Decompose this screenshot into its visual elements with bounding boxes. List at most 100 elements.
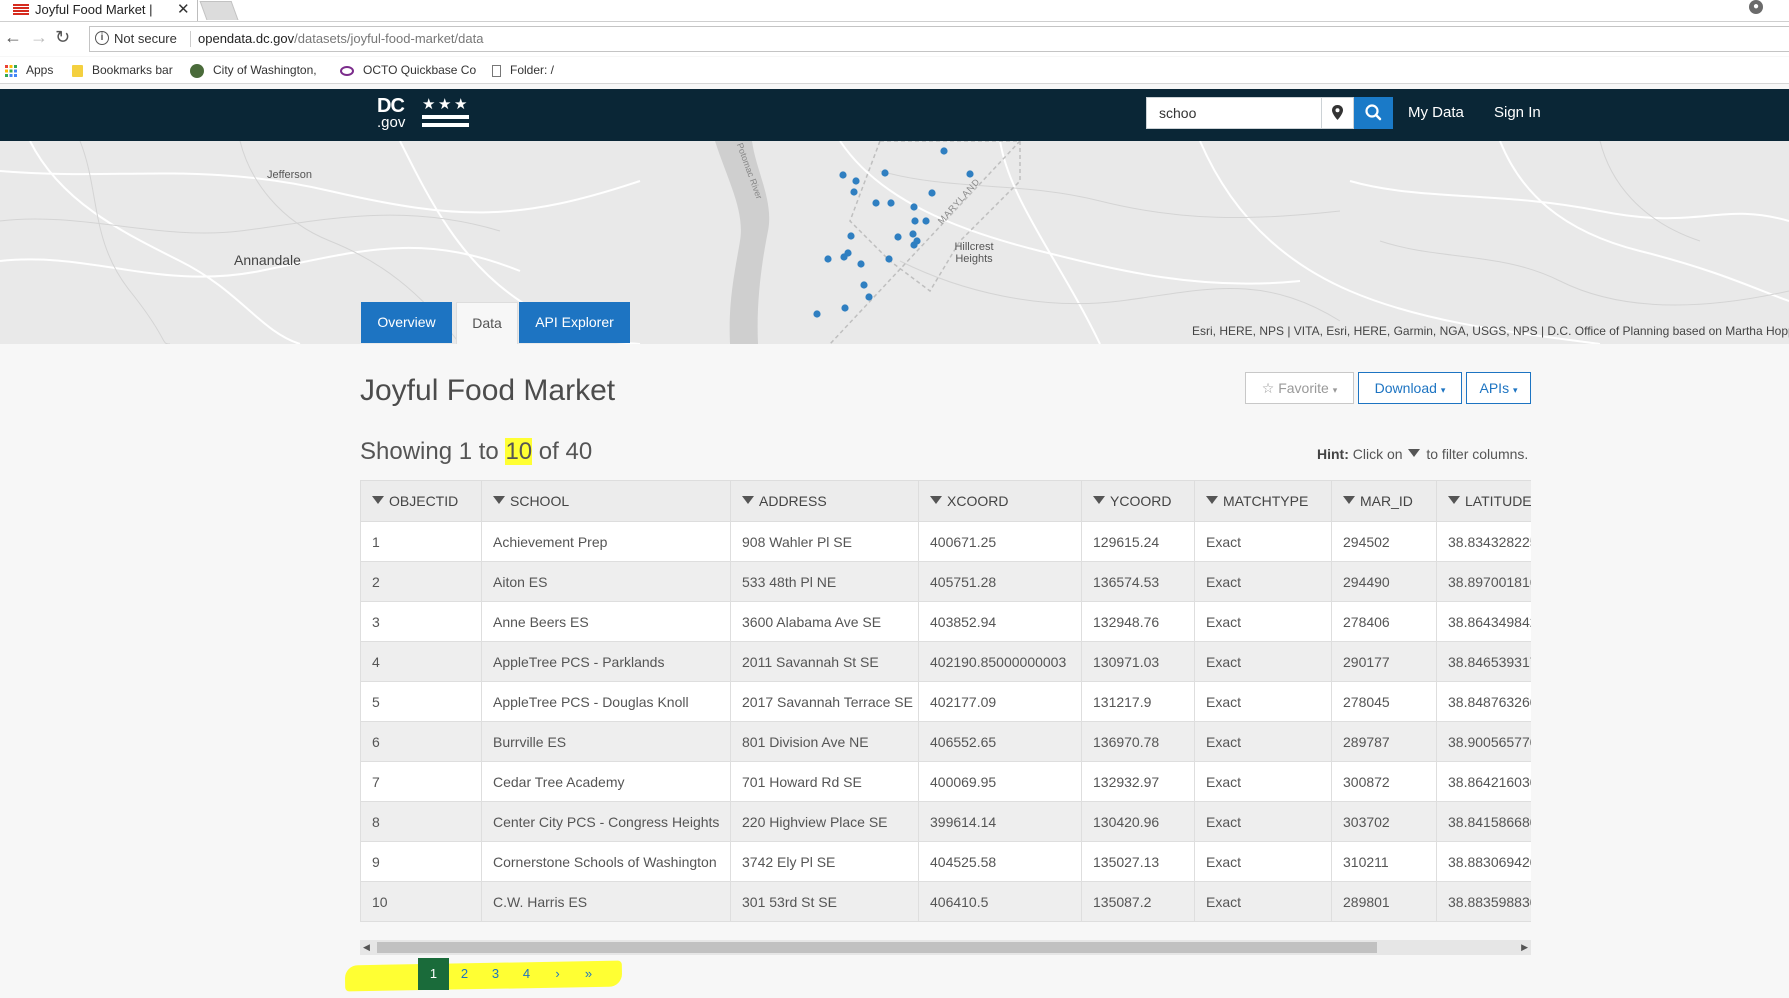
filter-icon[interactable]	[493, 496, 505, 505]
bookmark-bookmarks-bar[interactable]: Bookmarks bar	[72, 63, 173, 77]
school-location-marker[interactable]	[928, 189, 936, 197]
filter-icon[interactable]	[1343, 496, 1355, 505]
filter-icon[interactable]	[930, 496, 942, 505]
bookmark-octo-quickbase[interactable]: OCTO Quickbase Co	[340, 63, 476, 77]
my-data-link[interactable]: My Data	[1408, 104, 1464, 121]
school-location-marker[interactable]	[872, 199, 880, 207]
column-header-school[interactable]: SCHOOL	[481, 480, 731, 522]
school-location-marker[interactable]	[887, 199, 895, 207]
filter-icon[interactable]	[1448, 496, 1460, 505]
browser-tab[interactable]: Joyful Food Market | ✕	[0, 0, 198, 21]
back-arrow-icon[interactable]: ←	[4, 27, 22, 48]
tab-overview[interactable]: Overview	[361, 302, 452, 343]
table-cell-xcoord: 399614.14	[918, 801, 1082, 842]
last-page-link[interactable]: »	[573, 958, 604, 990]
school-location-marker[interactable]	[911, 217, 919, 225]
next-page-link[interactable]: ›	[542, 958, 573, 990]
school-location-marker[interactable]	[913, 237, 921, 245]
column-label: MATCHTYPE	[1223, 493, 1309, 509]
url-text[interactable]: opendata.dc.gov/datasets/joyful-food-mar…	[198, 31, 483, 46]
table-cell-school: Burrville ES	[481, 721, 731, 762]
search-button[interactable]	[1354, 97, 1393, 129]
download-button[interactable]: Download ▾	[1358, 372, 1462, 404]
bookmark-city-of-washington[interactable]: City of Washington,	[190, 63, 317, 78]
table-header-row: OBJECTID SCHOOL ADDRESS XCOORD YCOORD MA…	[360, 480, 1531, 522]
filter-icon[interactable]	[1093, 496, 1105, 505]
table-cell-school: C.W. Harris ES	[481, 881, 731, 922]
table-row[interactable]: 3 Anne Beers ES 3600 Alabama Ave SE 403852.…	[360, 601, 1531, 642]
apis-button[interactable]: APIs ▾	[1466, 372, 1531, 404]
tab-data[interactable]: Data	[456, 302, 518, 344]
star-icon: ★	[438, 96, 452, 113]
school-location-marker[interactable]	[840, 253, 848, 261]
table-row[interactable]: 4 AppleTree PCS - Parklands 2011 Savannah …	[360, 641, 1531, 682]
address-bar[interactable]: i Not secure opendata.dc.gov/datasets/jo…	[89, 26, 1789, 52]
table-row[interactable]: 1 Achievement Prep 908 Wahler Pl SE 400671.…	[360, 521, 1531, 562]
school-location-marker[interactable]	[847, 232, 855, 240]
column-header-matchtype[interactable]: MATCHTYPE	[1194, 480, 1332, 522]
dc-gov-logo[interactable]: DC .gov ★ ★ ★	[377, 95, 469, 135]
school-location-marker[interactable]	[841, 304, 849, 312]
school-location-marker[interactable]	[909, 230, 917, 238]
page-2-link[interactable]: 2	[449, 958, 480, 990]
column-header-mar-id[interactable]: MAR_ID	[1331, 480, 1437, 522]
column-header-address[interactable]: ADDRESS	[730, 480, 919, 522]
horizontal-scrollbar[interactable]: ◀ ▶	[360, 940, 1531, 955]
filter-icon[interactable]	[1206, 496, 1218, 505]
location-button[interactable]	[1321, 97, 1354, 129]
school-location-marker[interactable]	[922, 217, 930, 225]
table-cell-address: 2017 Savannah Terrace SE	[730, 681, 919, 722]
school-location-marker[interactable]	[839, 171, 847, 179]
table-row[interactable]: 8 Center City PCS - Congress Heights 220 H…	[360, 801, 1531, 842]
school-location-marker[interactable]	[940, 147, 948, 155]
scrollbar-thumb[interactable]	[377, 942, 1377, 953]
page-1-link[interactable]: 1	[418, 958, 449, 990]
school-location-marker[interactable]	[850, 188, 858, 196]
table-row[interactable]: 2 Aiton ES 533 48th Pl NE 405751.28 136574.5…	[360, 561, 1531, 602]
school-location-marker[interactable]	[885, 255, 893, 263]
table-cell-objectid: 2	[360, 561, 482, 602]
table-cell-matchtype: Exact	[1194, 681, 1332, 722]
scroll-left-arrow-icon[interactable]: ◀	[363, 940, 370, 955]
table-cell-address: 908 Wahler Pl SE	[730, 521, 919, 562]
dataset-map[interactable]: Jefferson Annandale Hillcrest Heights MA…	[0, 141, 1789, 344]
info-icon[interactable]: i	[95, 31, 109, 45]
not-secure-label[interactable]: Not secure	[114, 31, 177, 46]
forward-arrow-icon[interactable]: →	[30, 27, 48, 48]
table-cell-objectid: 4	[360, 641, 482, 682]
profile-icon[interactable]: ●	[1749, 0, 1763, 14]
table-row[interactable]: 9 Cornerstone Schools of Washington 3742 E…	[360, 841, 1531, 882]
school-location-marker[interactable]	[813, 310, 821, 318]
column-header-objectid[interactable]: OBJECTID	[360, 480, 482, 522]
school-location-marker[interactable]	[894, 233, 902, 241]
school-location-marker[interactable]	[865, 293, 873, 301]
favorite-button[interactable]: ☆ Favorite ▾	[1245, 372, 1354, 404]
page-4-link[interactable]: 4	[511, 958, 542, 990]
reload-icon[interactable]: ↻	[55, 27, 70, 48]
table-row[interactable]: 5 AppleTree PCS - Douglas Knoll 2017 Savan…	[360, 681, 1531, 722]
school-location-marker[interactable]	[881, 169, 889, 177]
new-tab-button[interactable]	[199, 1, 239, 20]
star-icon: ★	[454, 96, 468, 113]
bookmark-folder[interactable]: Folder: /	[492, 63, 554, 77]
table-row[interactable]: 7 Cedar Tree Academy 701 Howard Rd SE 40006…	[360, 761, 1531, 802]
close-tab-icon[interactable]: ✕	[177, 0, 190, 18]
school-location-marker[interactable]	[860, 281, 868, 289]
search-input[interactable]: schoo	[1146, 97, 1321, 129]
school-location-marker[interactable]	[824, 255, 832, 263]
filter-icon[interactable]	[372, 496, 384, 505]
school-location-marker[interactable]	[852, 177, 860, 185]
sign-in-link[interactable]: Sign In	[1494, 104, 1541, 121]
school-location-marker[interactable]	[910, 203, 918, 211]
tab-api-explorer[interactable]: API Explorer	[519, 302, 630, 343]
table-row[interactable]: 10 C.W. Harris ES 301 53rd St SE 406410.5 13…	[360, 881, 1531, 922]
page-3-link[interactable]: 3	[480, 958, 511, 990]
scroll-right-arrow-icon[interactable]: ▶	[1521, 940, 1528, 955]
bookmark-apps[interactable]: Apps	[5, 63, 53, 77]
column-header-ycoord[interactable]: YCOORD	[1081, 480, 1195, 522]
column-header-xcoord[interactable]: XCOORD	[918, 480, 1082, 522]
table-row[interactable]: 6 Burrville ES 801 Division Ave NE 406552.6…	[360, 721, 1531, 762]
column-header-latitude[interactable]: LATITUDE	[1436, 480, 1531, 522]
filter-icon[interactable]	[742, 496, 754, 505]
school-location-marker[interactable]	[857, 260, 865, 268]
